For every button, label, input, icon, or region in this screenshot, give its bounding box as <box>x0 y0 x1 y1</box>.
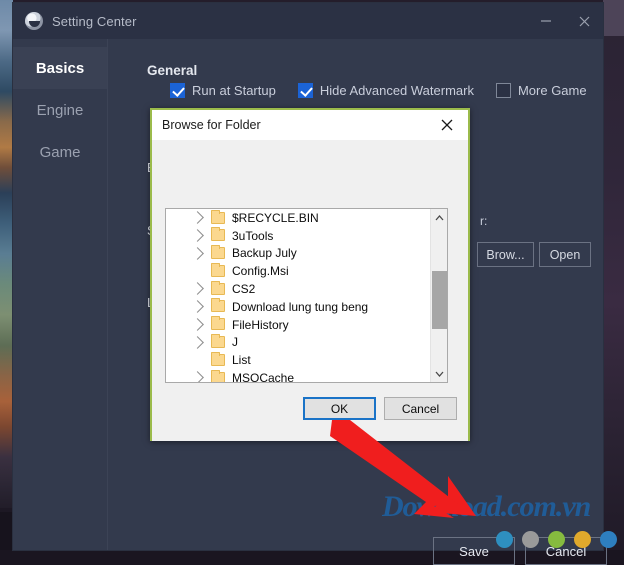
folder-icon <box>211 212 225 224</box>
taskbar-edge <box>0 512 13 550</box>
watermark-dot <box>522 531 539 548</box>
window-title: Setting Center <box>52 14 137 29</box>
list-item[interactable]: Download lung tung beng <box>166 298 430 316</box>
chevron-right-icon[interactable] <box>191 247 204 260</box>
sidebar-item-label: Engine <box>37 102 84 119</box>
list-item[interactable]: J <box>166 334 430 352</box>
chevron-right-icon[interactable] <box>191 229 204 242</box>
checkbox-box <box>170 83 185 98</box>
folder-icon <box>211 229 225 241</box>
sidebar-item-label: Game <box>40 144 81 161</box>
checkbox-run-at-startup[interactable]: Run at Startup <box>170 83 276 98</box>
folder-icon <box>211 372 225 383</box>
chevron-right-icon[interactable] <box>191 211 204 224</box>
sidebar-item-label: Basics <box>36 60 84 77</box>
chevron-right-icon[interactable] <box>191 318 204 331</box>
scrollbar-thumb[interactable] <box>432 271 447 329</box>
chevron-up-icon[interactable] <box>431 209 448 226</box>
folder-icon <box>211 336 225 348</box>
chevron-down-icon[interactable] <box>431 365 448 382</box>
checkbox-label: Hide Advanced Watermark <box>320 83 474 98</box>
close-icon[interactable] <box>565 3 603 39</box>
chevron-right-icon[interactable] <box>191 300 204 313</box>
list-item[interactable]: 3uTools <box>166 227 430 245</box>
folder-tree-list: $RECYCLE.BIN 3uTools Backup July Config.… <box>166 209 430 383</box>
wallpaper-strip-left <box>0 0 13 508</box>
dialog-body: $RECYCLE.BIN 3uTools Backup July Config.… <box>152 140 468 441</box>
general-heading: General <box>147 63 197 78</box>
watermark-dot <box>600 531 617 548</box>
list-item[interactable]: List <box>166 351 430 369</box>
checkbox-box <box>298 83 313 98</box>
sidebar-item-engine[interactable]: Engine <box>13 89 107 131</box>
checkbox-label: Run at Startup <box>192 83 276 98</box>
dialog-title: Browse for Folder <box>152 118 261 132</box>
folder-icon <box>211 318 225 330</box>
folder-icon <box>211 247 225 259</box>
list-item[interactable]: Backup July <box>166 245 430 263</box>
checkbox-label: More Game <box>518 83 587 98</box>
folder-icon <box>211 283 225 295</box>
watermark-dot <box>496 531 513 548</box>
checkbox-hide-advanced-watermark[interactable]: Hide Advanced Watermark <box>298 83 474 98</box>
folder-icon <box>211 300 225 312</box>
steam-logo-icon <box>25 12 43 30</box>
chevron-right-icon[interactable] <box>191 336 204 349</box>
watermark-dots <box>496 531 624 548</box>
minimize-icon[interactable] <box>527 3 565 39</box>
list-item[interactable]: FileHistory <box>166 316 430 334</box>
folder-name: Download lung tung beng <box>208 300 368 314</box>
folder-tree[interactable]: $RECYCLE.BIN 3uTools Backup July Config.… <box>165 208 448 383</box>
dialog-titlebar: Browse for Folder <box>152 110 468 140</box>
dialog-ok-button[interactable]: OK <box>303 397 376 420</box>
list-item[interactable]: $RECYCLE.BIN <box>166 209 430 227</box>
close-icon[interactable] <box>426 110 468 140</box>
list-item[interactable]: Config.Msi <box>166 262 430 280</box>
sidebar-item-basics[interactable]: Basics <box>13 47 107 89</box>
checkbox-box <box>496 83 511 98</box>
general-checkbox-row: Run at Startup Hide Advanced Watermark M… <box>170 83 609 98</box>
folder-icon <box>211 354 225 366</box>
folder-hint-label: r: <box>480 214 487 228</box>
list-item[interactable]: CS2 <box>166 280 430 298</box>
browse-button[interactable]: Brow... <box>477 242 534 267</box>
chevron-right-icon[interactable] <box>191 371 204 383</box>
checkbox-more-game[interactable]: More Game <box>496 83 587 98</box>
folder-icon <box>211 265 225 277</box>
list-item[interactable]: MSOCache <box>166 369 430 383</box>
chevron-right-icon[interactable] <box>191 282 204 295</box>
watermark-dot <box>574 531 591 548</box>
dialog-cancel-button[interactable]: Cancel <box>384 397 457 420</box>
folder-tree-scrollbar[interactable] <box>430 209 447 382</box>
open-button[interactable]: Open <box>539 242 591 267</box>
window-controls <box>527 3 603 39</box>
sidebar: Basics Engine Game <box>13 39 108 550</box>
wallpaper-strip-right-top <box>603 0 624 36</box>
window-titlebar: Setting Center <box>13 3 603 39</box>
watermark-dot <box>548 531 565 548</box>
sidebar-item-game[interactable]: Game <box>13 131 107 173</box>
browse-for-folder-dialog: Browse for Folder $RECYCLE.BIN 3uTools <box>150 108 470 441</box>
